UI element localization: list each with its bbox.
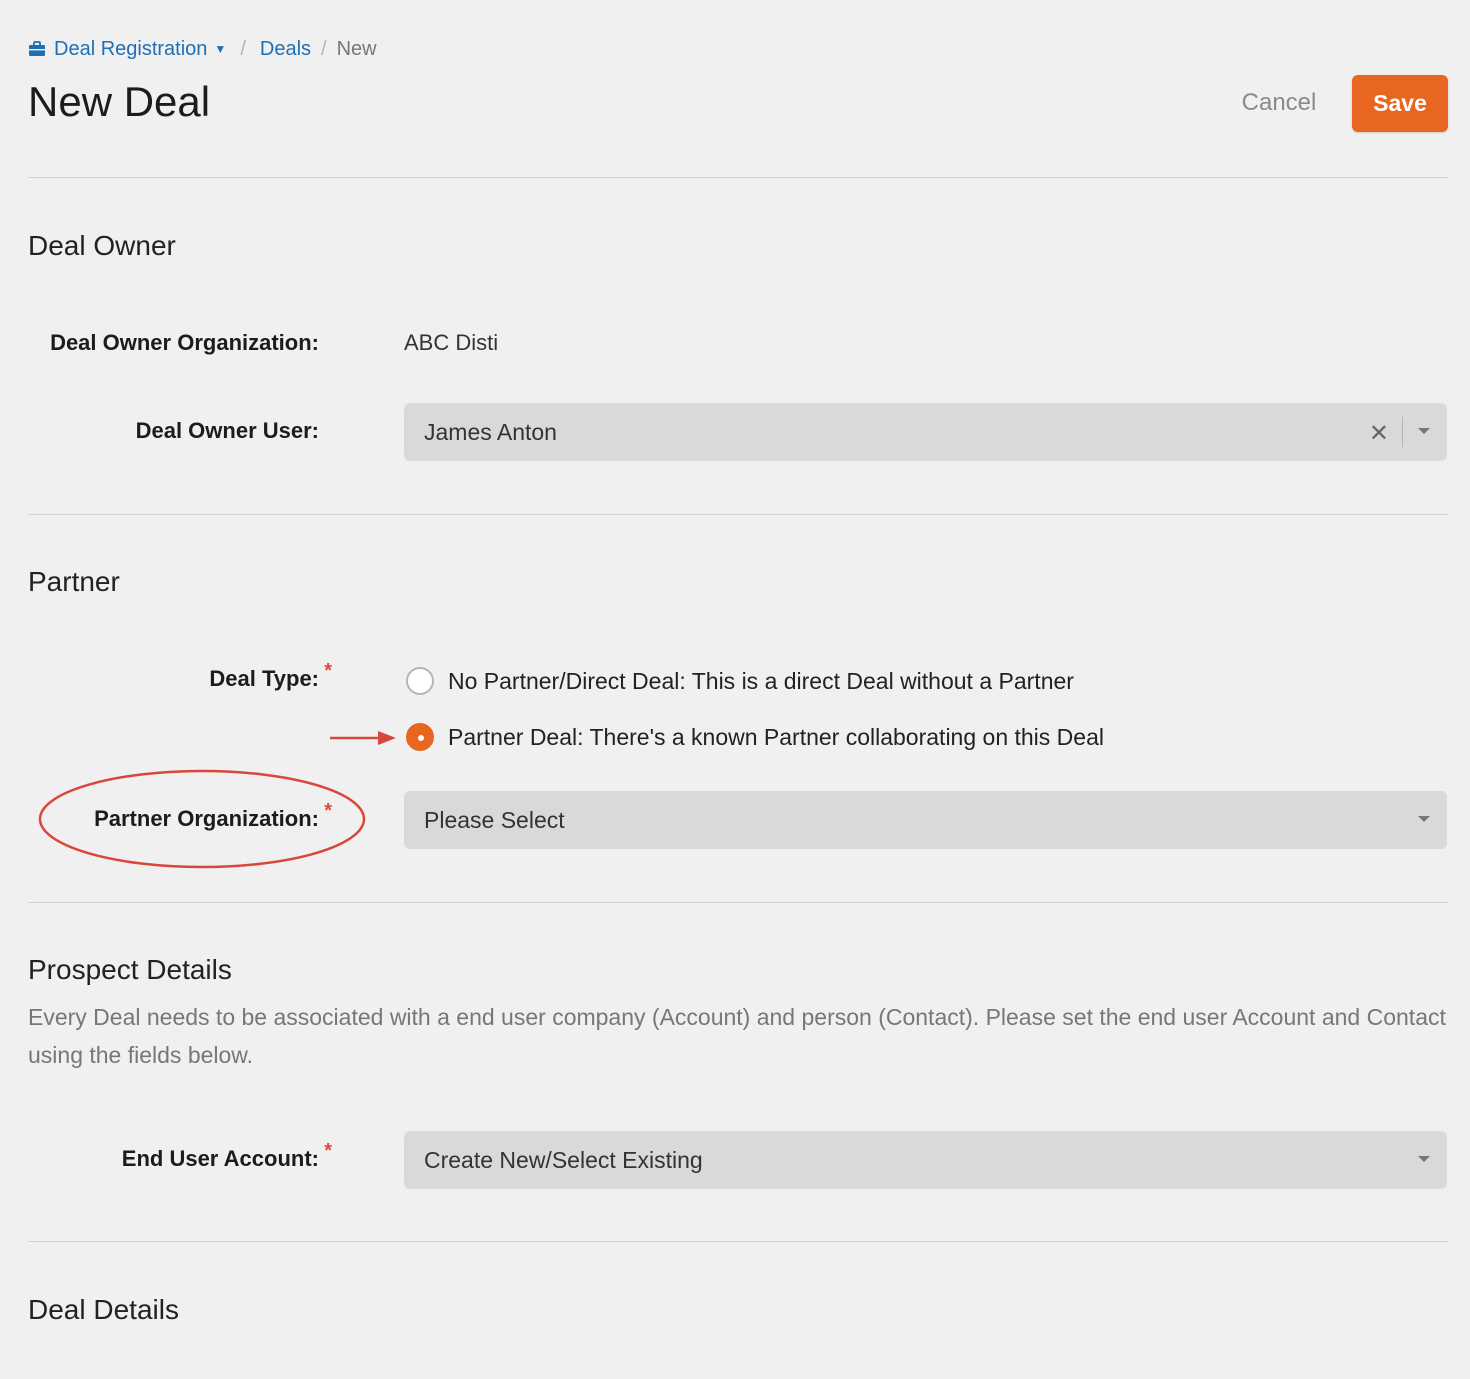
prospect-help-text: Every Deal needs to be associated with a… (28, 1004, 1446, 1068)
section-divider (28, 1241, 1448, 1242)
deal-type-label-text: Deal Type: (209, 666, 319, 691)
end-user-account-select[interactable]: Create New/Select Existing (404, 1131, 1447, 1189)
deal-owner-user-label: Deal Owner User: (135, 418, 319, 443)
section-divider (28, 514, 1448, 515)
radio-button-direct[interactable] (406, 667, 434, 695)
breadcrumb-deals[interactable]: Deals (260, 38, 311, 61)
deal-owner-organization-label: Deal Owner Organization: (50, 330, 319, 355)
breadcrumb-current: New (336, 37, 377, 60)
select-separator (1402, 417, 1403, 447)
breadcrumb-separator: / (321, 37, 327, 60)
partner-organization-select[interactable]: Please Select (404, 791, 1447, 849)
breadcrumb-deal-registration-label: Deal Registration (54, 37, 208, 60)
deal-owner-user-value: James Anton (424, 418, 557, 445)
cancel-button[interactable]: Cancel (1230, 88, 1328, 118)
deal-owner-organization-value: ABC Disti (404, 330, 499, 355)
radio-option-direct-deal[interactable]: No Partner/Direct Deal: This is a direct… (406, 667, 1074, 695)
section-divider (28, 177, 1448, 178)
required-marker: * (324, 660, 332, 682)
partner-organization-placeholder: Please Select (424, 806, 565, 833)
save-button[interactable]: Save (1352, 75, 1448, 132)
annotation-arrow-icon (330, 731, 396, 745)
required-marker: * (324, 1140, 332, 1162)
chevron-down-icon[interactable] (1418, 428, 1430, 434)
breadcrumb-separator: / (240, 37, 246, 60)
chevron-down-icon[interactable] (1418, 816, 1430, 822)
section-title-deal-details: Deal Details (28, 1294, 179, 1325)
section-title-partner: Partner (28, 566, 120, 597)
deal-type-label: Deal Type: * (209, 660, 332, 692)
radio-label-partner: Partner Deal: There's a known Partner co… (448, 723, 1104, 750)
radio-button-partner[interactable] (406, 723, 434, 751)
deal-owner-user-select[interactable]: James Anton ✕ (404, 403, 1447, 461)
end-user-account-value: Create New/Select Existing (424, 1146, 703, 1173)
partner-organization-label: Partner Organization: * (94, 800, 332, 832)
caret-down-icon: ▼ (214, 42, 227, 56)
section-title-deal-owner: Deal Owner (28, 230, 176, 261)
radio-option-partner-deal[interactable]: Partner Deal: There's a known Partner co… (406, 723, 1104, 751)
end-user-account-label: End User Account: * (121, 1140, 332, 1172)
partner-organization-label-text: Partner Organization: (94, 806, 319, 831)
briefcase-icon (29, 41, 45, 56)
radio-label-direct: No Partner/Direct Deal: This is a direct… (448, 667, 1074, 694)
breadcrumb-deal-registration[interactable]: Deal Registration ▼ (28, 38, 226, 61)
clear-icon[interactable]: ✕ (1369, 419, 1389, 448)
breadcrumb: Deal Registration ▼ / Deals / New (28, 36, 377, 62)
chevron-down-icon[interactable] (1418, 1156, 1430, 1162)
page-title: New Deal (28, 78, 211, 125)
required-marker: * (324, 800, 332, 822)
section-title-prospect-details: Prospect Details (28, 954, 232, 985)
end-user-account-label-text: End User Account: (121, 1146, 319, 1171)
section-divider (28, 902, 1448, 903)
